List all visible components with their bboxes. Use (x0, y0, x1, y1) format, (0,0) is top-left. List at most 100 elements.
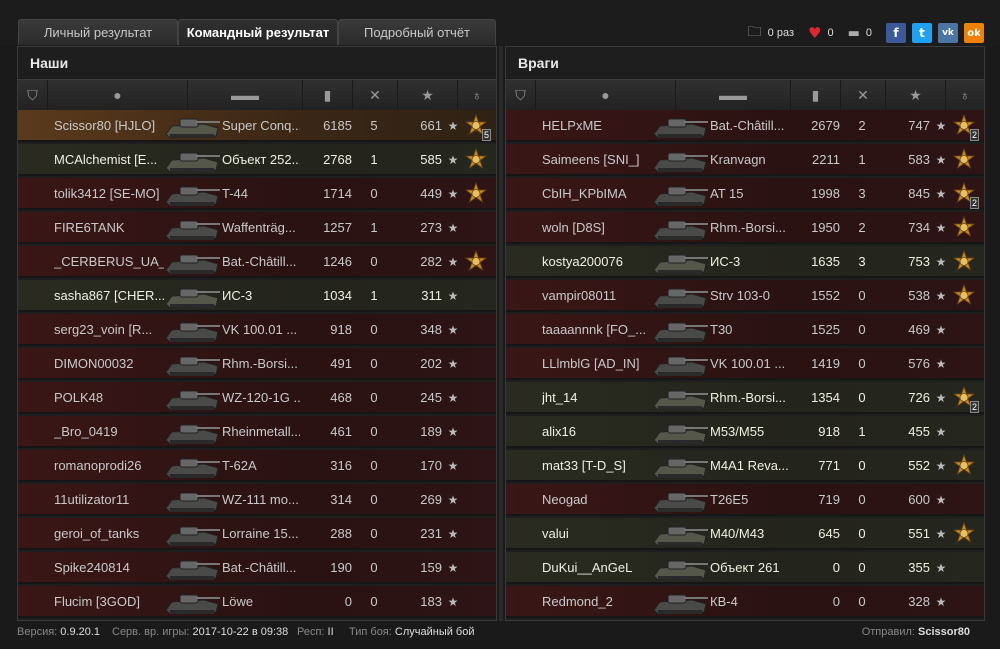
medal-icon[interactable]: 2 (952, 113, 979, 141)
medal-column-icon[interactable]: ♁ (946, 80, 984, 110)
player-row[interactable]: 11utilizator11 WZ-111 mo... 314 0 269 ★ (18, 484, 496, 516)
player-name[interactable]: Saimeens [SNI_] (542, 144, 652, 176)
player-row[interactable]: serg23_voin [R... VK 100.01 ... 918 0 348 ★ (18, 314, 496, 346)
player-row[interactable]: DIMON00032 Rhm.-Borsi... 491 0 202 ★ (18, 348, 496, 380)
player-row[interactable]: tolik3412 [SE-MO] T-44 1714 0 449 ★ (18, 178, 496, 210)
player-row[interactable]: mat33 [T-D_S] M4A1 Reva... 771 0 552 ★ (506, 450, 984, 482)
player-name[interactable]: Scissor80 [HJLO] (54, 110, 164, 142)
player-row[interactable]: HELPxME Bat.-Châtill... 2679 2 747 ★ 2 (506, 110, 984, 142)
medal-icon[interactable] (464, 249, 488, 274)
player-column-icon[interactable]: ● (536, 80, 676, 110)
player-name[interactable]: _Bro_0419 (54, 416, 164, 448)
player-name[interactable]: woln [D8S] (542, 212, 652, 244)
player-name[interactable]: DuKui__AnGeL (542, 552, 652, 584)
player-name[interactable]: POLK48 (54, 382, 164, 414)
tank-name: Strv 103-0 (710, 288, 770, 303)
kills-column-icon[interactable]: ✕ (353, 80, 398, 110)
player-name[interactable]: HELPxME (542, 110, 652, 142)
player-name[interactable]: mat33 [T-D_S] (542, 450, 652, 482)
player-row[interactable]: Scissor80 [HJLO] Super Conq... 6185 5 661 ★ 5 (18, 110, 496, 142)
tab-personal-result[interactable]: Личный результат (18, 19, 178, 45)
xp-column-icon[interactable]: ★ (886, 80, 946, 110)
player-row[interactable]: CbIH_KPbIMA AT 15 1998 3 845 ★ 2 (506, 178, 984, 210)
star-icon: ★ (447, 493, 459, 507)
player-row[interactable]: geroi_of_tanks Lorraine 15... 288 0 231 ★ (18, 518, 496, 550)
player-name[interactable]: valui (542, 518, 652, 550)
player-name[interactable]: 11utilizator11 (54, 484, 164, 516)
medal-icon[interactable]: 2 (952, 181, 979, 209)
player-row[interactable]: alix16 M53/M55 918 1 455 ★ (506, 416, 984, 448)
player-name[interactable]: kostya200076 (542, 246, 652, 278)
player-row[interactable]: valui M40/M43 645 0 551 ★ (506, 518, 984, 550)
player-name[interactable]: alix16 (542, 416, 652, 448)
player-name[interactable]: Redmond_2 (542, 586, 652, 618)
comment-icon[interactable]: ▬ (848, 26, 860, 41)
player-name[interactable]: serg23_voin [R... (54, 314, 164, 346)
sent-by-value[interactable]: Scissor80 (918, 626, 970, 638)
player-row[interactable]: Neogad T26E5 719 0 600 ★ (506, 484, 984, 516)
player-name[interactable]: CbIH_KPbIMA (542, 178, 652, 210)
tank-column-icon[interactable]: ▬▬ (188, 80, 303, 110)
player-row[interactable]: taaaannnk [FO_... T30 1525 0 469 ★ (506, 314, 984, 346)
player-name[interactable]: MCAlchemist [E... (54, 144, 164, 176)
medal-icon[interactable] (952, 283, 976, 308)
player-name[interactable]: FIRE6TANK (54, 212, 164, 244)
player-name[interactable]: jht_14 (542, 382, 652, 414)
player-name[interactable]: tolik3412 [SE-MO] (54, 178, 164, 210)
player-row[interactable]: Spike240814 Bat.-Châtill... 190 0 159 ★ (18, 552, 496, 584)
player-row[interactable]: sasha867 [CHER... ИС-3 1034 1 311 ★ (18, 280, 496, 312)
player-row[interactable]: MCAlchemist [E... Объект 252... 2768 1 585 ★ (18, 144, 496, 176)
medal-icon[interactable] (952, 215, 976, 240)
medal-icon[interactable] (464, 181, 488, 206)
medal-icon[interactable] (952, 521, 976, 546)
player-name[interactable]: vampir08011 (542, 280, 652, 312)
twitter-share-icon[interactable]: t (912, 23, 932, 43)
player-row[interactable]: Redmond_2 КВ-4 0 0 328 ★ (506, 586, 984, 618)
player-name[interactable]: Flucim [3GOD] (54, 586, 164, 618)
medal-icon[interactable] (952, 249, 976, 274)
kills-column-icon[interactable]: ✕ (841, 80, 886, 110)
xp-column-icon[interactable]: ★ (398, 80, 458, 110)
tab-detailed-report[interactable]: Подробный отчёт (338, 19, 496, 45)
medal-icon[interactable]: 5 (464, 113, 491, 141)
player-row[interactable]: _CERBERUS_UA_ Bat.-Châtill... 1246 0 282 ★ (18, 246, 496, 278)
player-name[interactable]: taaaannnk [FO_... (542, 314, 652, 346)
facebook-share-icon[interactable]: f (886, 23, 906, 43)
player-row[interactable]: Flucim [3GOD] Löwe 0 0 183 ★ (18, 586, 496, 618)
player-name[interactable]: geroi_of_tanks (54, 518, 164, 550)
heart-icon[interactable]: ♥ (808, 24, 821, 42)
player-row[interactable]: Saimeens [SNI_] Kranvagn 2211 1 583 ★ (506, 144, 984, 176)
damage-column-icon[interactable]: ▮ (303, 80, 353, 110)
player-name[interactable]: Neogad (542, 484, 652, 516)
player-row[interactable]: FIRE6TANK Waffenträg... 1257 1 273 ★ (18, 212, 496, 244)
player-row[interactable]: vampir08011 Strv 103-0 1552 0 538 ★ (506, 280, 984, 312)
player-name[interactable]: romanoprodi26 (54, 450, 164, 482)
medal-icon[interactable] (464, 147, 488, 172)
player-name[interactable]: _CERBERUS_UA_ (54, 246, 164, 278)
medal-icon[interactable] (952, 453, 976, 478)
player-row[interactable]: woln [D8S] Rhm.-Borsi... 1950 2 734 ★ (506, 212, 984, 244)
rank-column-icon[interactable]: ⛉ (18, 80, 48, 110)
player-row[interactable]: jht_14 Rhm.-Borsi... 1354 0 726 ★ 2 (506, 382, 984, 414)
tank-column-icon[interactable]: ▬▬ (676, 80, 791, 110)
rank-column-icon[interactable]: ⛉ (506, 80, 536, 110)
vk-share-icon[interactable]: vk (938, 23, 958, 43)
medal-icon[interactable] (952, 147, 976, 172)
odnoklassniki-share-icon[interactable]: ok (964, 23, 984, 43)
player-row[interactable]: romanoprodi26 T-62A 316 0 170 ★ (18, 450, 496, 482)
player-name[interactable]: Spike240814 (54, 552, 164, 584)
medal-column-icon[interactable]: ♁ (458, 80, 496, 110)
player-column-icon[interactable]: ● (48, 80, 188, 110)
damage-column-icon[interactable]: ▮ (791, 80, 841, 110)
player-name[interactable]: DIMON00032 (54, 348, 164, 380)
medal-icon[interactable]: 2 (952, 385, 979, 413)
player-row[interactable]: _Bro_0419 Rheinmetall... 461 0 189 ★ (18, 416, 496, 448)
player-row[interactable]: DuKui__AnGeL Объект 261 0 0 355 ★ (506, 552, 984, 584)
tab-team-result[interactable]: Командный результат (178, 19, 338, 45)
player-row[interactable]: POLK48 WZ-120-1G ... 468 0 245 ★ (18, 382, 496, 414)
player-row[interactable]: LLlmblG [AD_IN] VK 100.01 ... 1419 0 576 ★ (506, 348, 984, 380)
player-row[interactable]: kostya200076 ИС-3 1635 3 753 ★ (506, 246, 984, 278)
player-name[interactable]: LLlmblG [AD_IN] (542, 348, 652, 380)
player-name[interactable]: sasha867 [CHER... (54, 280, 164, 312)
folder-icon[interactable]: 🗀 (748, 21, 762, 45)
